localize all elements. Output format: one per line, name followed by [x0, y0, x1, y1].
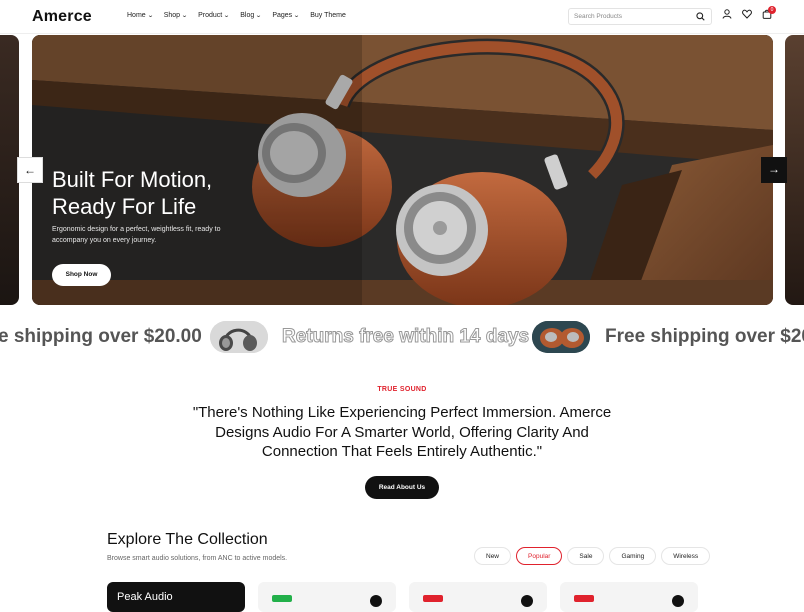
nav-item-buy-theme[interactable]: Buy Theme — [310, 12, 346, 19]
nav-item-pages[interactable]: Pages ⌄ — [272, 12, 300, 19]
hero-title-line: Built For Motion, — [52, 167, 213, 192]
search-input[interactable]: Search Products — [568, 8, 712, 25]
nav-label: Product — [198, 12, 223, 19]
heart-icon[interactable] — [742, 9, 752, 22]
arrow-left-icon[interactable]: ← — [17, 157, 43, 183]
nav-label: Blog — [240, 12, 255, 19]
header-icons: 0 — [722, 6, 776, 22]
marquee-headphone-image — [210, 321, 268, 353]
cart-count-badge: 0 — [768, 6, 776, 14]
tab-gaming[interactable]: Gaming — [609, 547, 657, 565]
main-nav: Home ⌄ Shop ⌄ Product ⌄ Blog ⌄ Pages ⌄ Buy Th… — [127, 12, 346, 19]
chevron-down-icon: ⌄ — [223, 13, 231, 19]
nav-label: Buy Theme — [310, 12, 346, 19]
read-about-us-button[interactable]: Read About Us — [365, 476, 439, 499]
chevron-down-icon: ⌄ — [255, 13, 263, 19]
quote-line: "There's Nothing Like Experiencing Perfe… — [192, 404, 612, 421]
cart-icon[interactable]: 0 — [762, 6, 776, 22]
nav-item-blog[interactable]: Blog ⌄ — [240, 12, 263, 19]
marquee-text: e shipping over $20.00 — [0, 326, 202, 347]
quick-action-icon[interactable] — [521, 595, 533, 607]
brand-quote: "There's Nothing Like Experiencing Perfe… — [142, 403, 662, 462]
marquee-headphone-image — [532, 321, 590, 353]
next-slide-peek — [785, 35, 804, 305]
marquee-text: Free shipping over $20 — [605, 326, 804, 347]
product-card[interactable] — [258, 582, 396, 612]
nav-label: Shop — [163, 12, 181, 19]
collection-subtitle: Browse smart audio solutions, from ANC t… — [107, 555, 288, 562]
nav-item-product[interactable]: Product ⌄ — [198, 12, 231, 19]
product-tag — [423, 595, 443, 602]
benefits-marquee: e shipping over $20.00 Returns free with… — [0, 320, 804, 356]
product-tag — [574, 595, 594, 602]
shop-now-button[interactable]: Shop Now — [52, 264, 111, 286]
chevron-down-icon: ⌄ — [181, 13, 188, 19]
product-tag — [272, 595, 292, 602]
search-placeholder: Search Products — [574, 13, 623, 20]
section-eyebrow: TRUE SOUND — [377, 386, 427, 393]
tab-new[interactable]: New — [474, 547, 512, 565]
nav-item-home[interactable]: Home ⌄ — [127, 12, 153, 19]
hero-subtitle-line: accompany you on every journey. — [52, 237, 157, 244]
quick-action-icon[interactable] — [370, 595, 382, 607]
user-icon[interactable] — [722, 9, 732, 22]
collection-title: Explore The Collection — [107, 531, 268, 548]
tab-wireless[interactable]: Wireless — [661, 547, 711, 565]
collection-tabs: New Popular Sale Gaming Wireless — [474, 547, 711, 565]
nav-label: Pages — [272, 12, 293, 19]
arrow-right-icon[interactable]: → — [761, 157, 787, 183]
tab-sale[interactable]: Sale — [567, 547, 605, 565]
chevron-down-icon: ⌄ — [293, 13, 300, 19]
marquee-text: Returns free within 14 days — [281, 326, 530, 348]
nav-label: Home — [127, 12, 146, 19]
product-card[interactable]: Peak Audio — [107, 582, 245, 612]
nav-item-shop[interactable]: Shop ⌄ — [163, 12, 188, 19]
quote-line: Designs Audio For A Smarter World, Offer… — [215, 423, 589, 441]
product-card-title: Peak Audio — [117, 591, 173, 603]
brand-logo[interactable]: Amerce — [32, 8, 92, 26]
quick-action-icon[interactable] — [672, 595, 684, 607]
hero-title: Built For Motion, Ready For Life — [52, 166, 312, 220]
site-header: Amerce Home ⌄ Shop ⌄ Product ⌄ Blog ⌄ Pages ⌄… — [0, 0, 804, 34]
hero-subtitle-line: Ergonomic design for a perfect, weightle… — [52, 226, 221, 233]
tab-popular[interactable]: Popular — [516, 547, 563, 565]
search-icon[interactable] — [696, 12, 705, 23]
hero-title-line: Ready For Life — [52, 194, 197, 219]
chevron-down-icon: ⌄ — [146, 13, 154, 19]
hero-subtitle: Ergonomic design for a perfect, weightle… — [52, 224, 252, 246]
hero-banner: Built For Motion, Ready For Life Ergonomi… — [32, 35, 773, 305]
product-card[interactable] — [409, 582, 547, 612]
product-card[interactable] — [560, 582, 698, 612]
quote-line: Connection That Feels Entirely Authentic… — [261, 443, 543, 460]
